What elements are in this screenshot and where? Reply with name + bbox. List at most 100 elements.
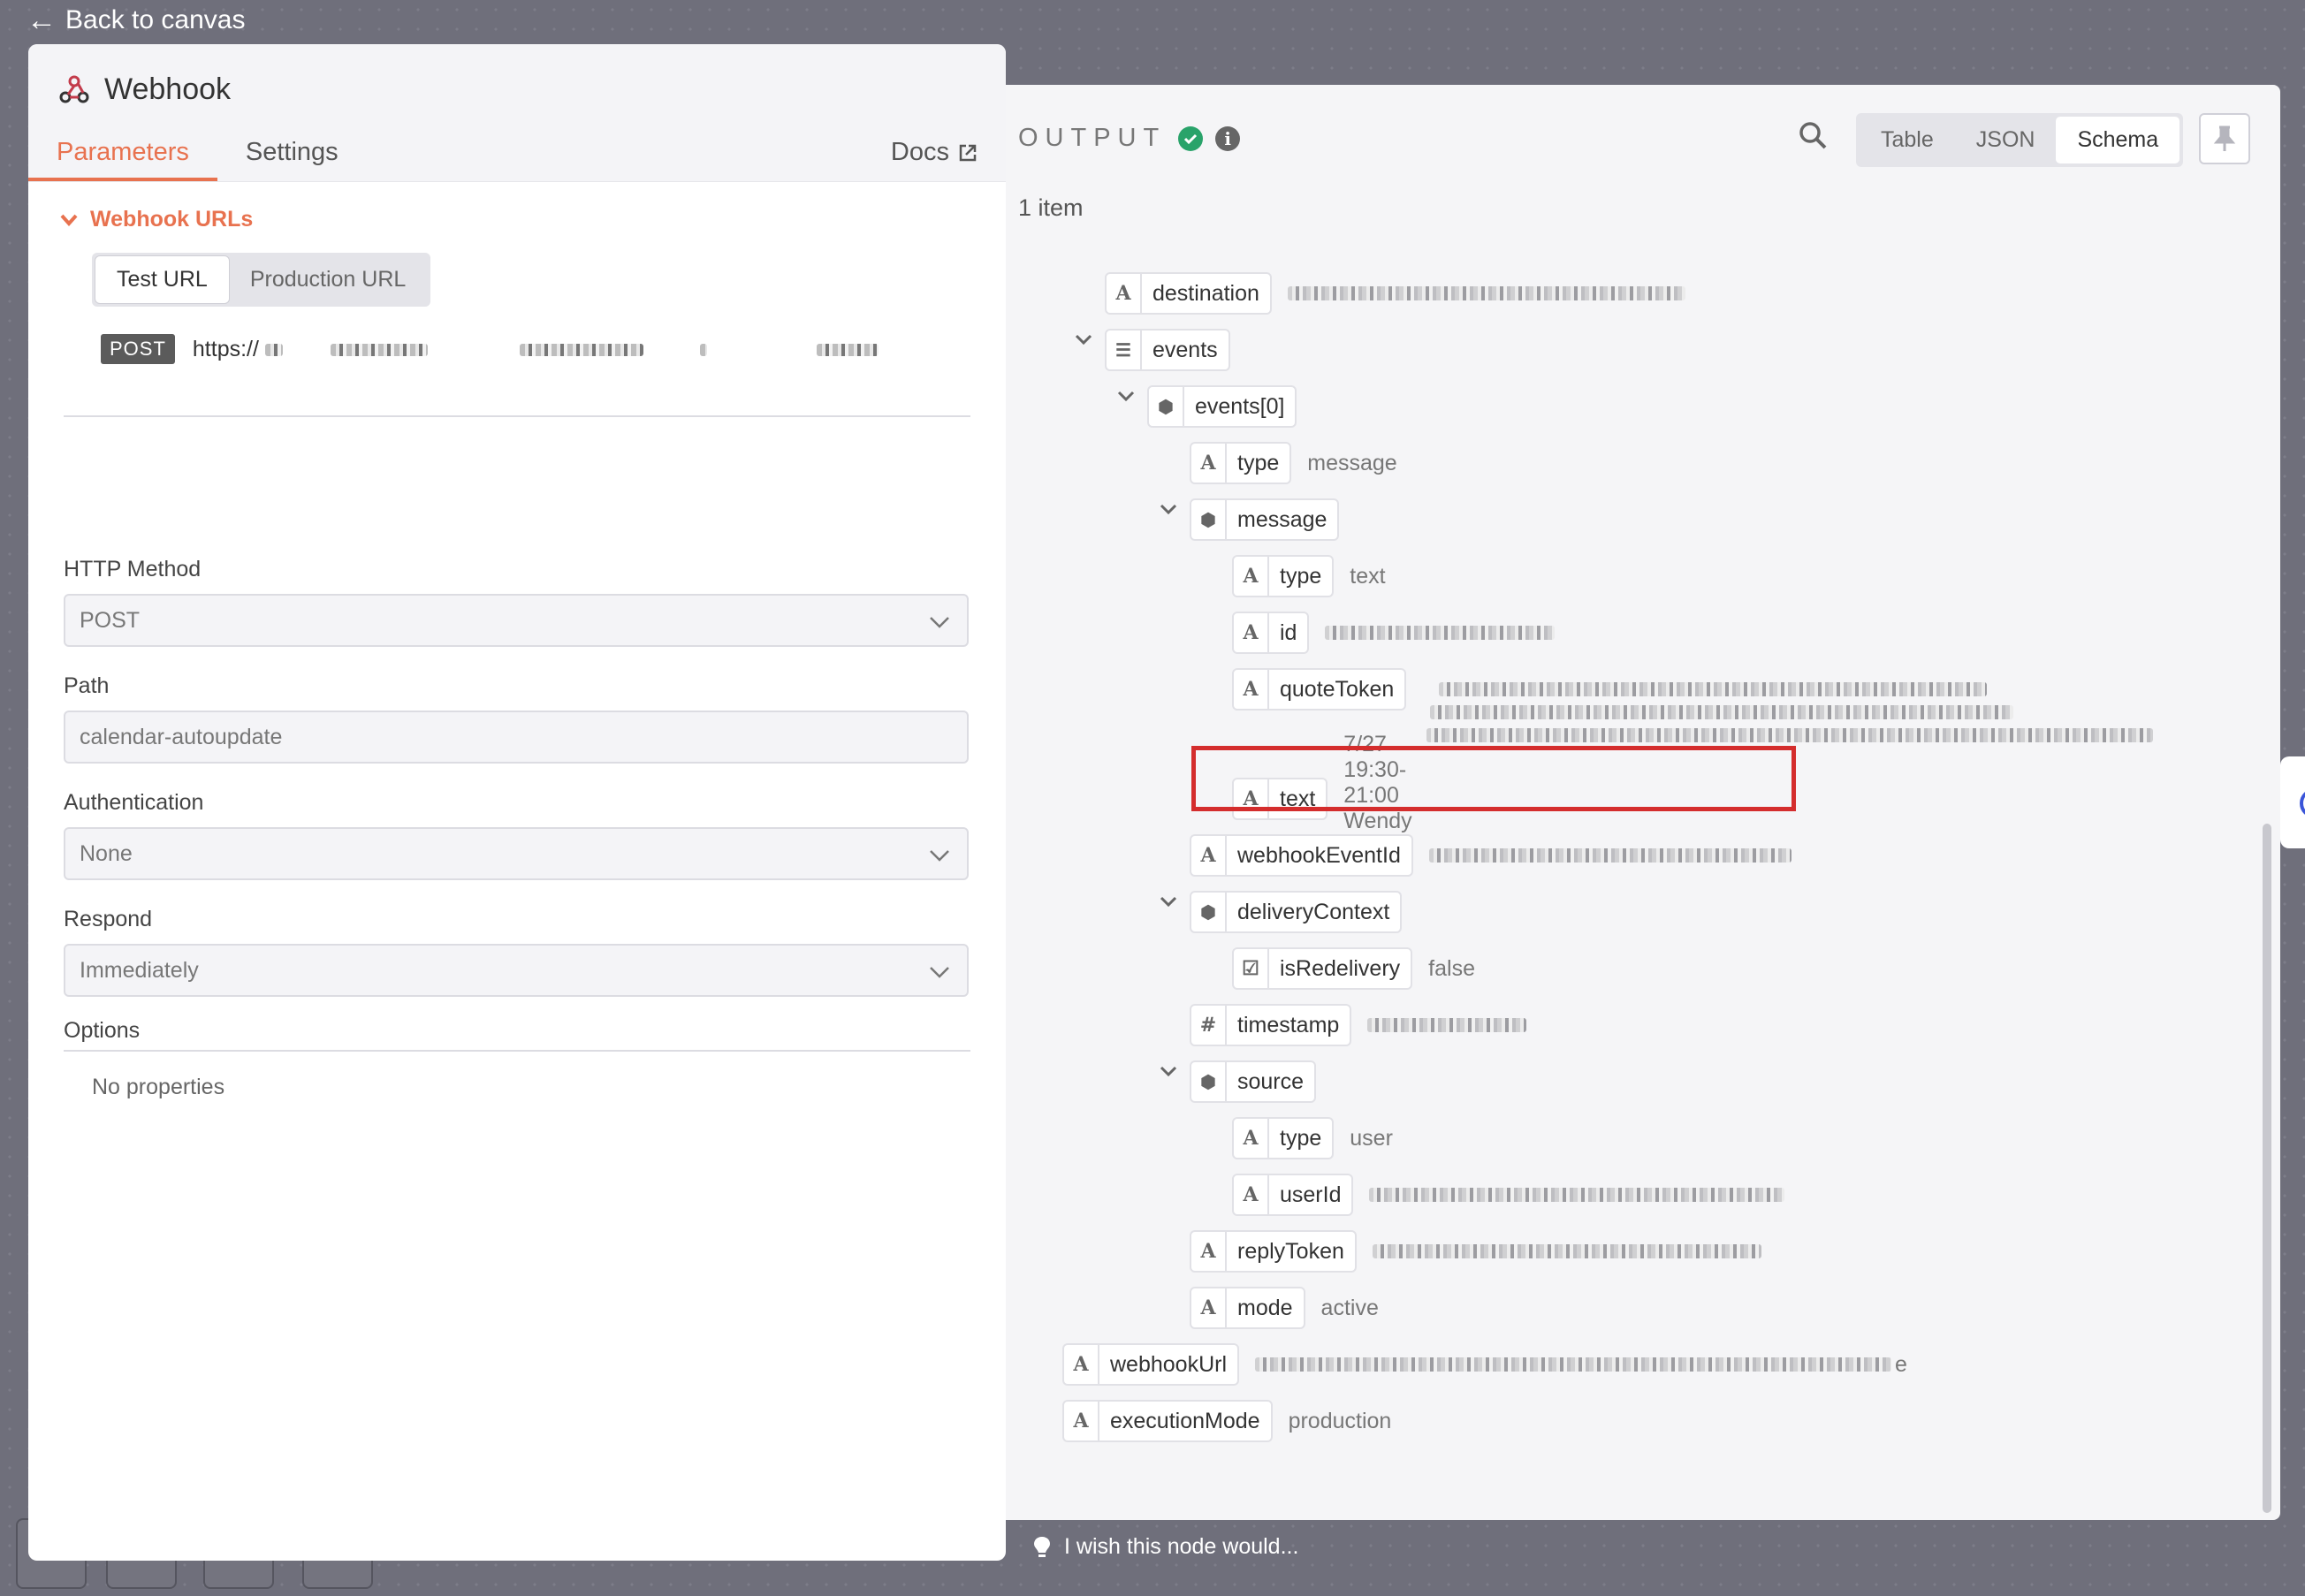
scrollbar-thumb[interactable]: [2263, 824, 2271, 1513]
respond-label: Respond: [64, 907, 153, 931]
view-json-button[interactable]: JSON: [1955, 117, 2057, 163]
field-pill[interactable]: ⬢ events[0]: [1147, 385, 1297, 428]
field-pill[interactable]: AwebhookUrl: [1062, 1343, 1240, 1386]
field-pill[interactable]: Atype: [1232, 555, 1335, 597]
string-type-icon: A: [1064, 1402, 1099, 1440]
field-pill[interactable]: Amode: [1190, 1287, 1305, 1329]
panel-header: Webhook Parameters Settings Docs: [28, 44, 1006, 182]
back-to-canvas-link[interactable]: ← Back to canvas: [27, 5, 245, 35]
field-value: text: [1350, 563, 1386, 589]
view-schema-button[interactable]: Schema: [2056, 117, 2180, 163]
field-pill[interactable]: AuserId: [1232, 1174, 1354, 1216]
field-pill[interactable]: Aid: [1232, 612, 1310, 654]
pin-data-button[interactable]: [2199, 113, 2250, 164]
external-link-icon: [959, 144, 977, 161]
field-pill[interactable]: ⬢ message: [1190, 498, 1340, 541]
respond-select[interactable]: Immediately: [64, 944, 969, 997]
field-name: executionMode: [1110, 1408, 1260, 1433]
test-url-button[interactable]: Test URL: [95, 256, 229, 303]
node-title-label: Webhook: [104, 72, 232, 106]
redacted-value: [1430, 705, 2013, 719]
chevron-down-icon[interactable]: [1158, 498, 1179, 520]
field-name: events[0]: [1195, 393, 1285, 419]
path-value: calendar-autoupdate: [80, 724, 283, 749]
side-panel-tab[interactable]: [2280, 756, 2305, 848]
redacted-value: [1255, 1357, 1892, 1372]
field-pill[interactable]: ☰ events: [1105, 329, 1230, 371]
field-pill[interactable]: ⬢ deliveryContext: [1190, 891, 1403, 933]
webhook-url[interactable]: https://: [193, 337, 879, 362]
field-name: type: [1280, 1125, 1322, 1151]
schema-field-timestamp: # timestamp: [1190, 1004, 1527, 1046]
feedback-hint[interactable]: I wish this node would...: [1032, 1534, 1298, 1560]
chevron-down-icon: [930, 617, 949, 628]
field-name: id: [1280, 619, 1297, 645]
field-pill[interactable]: AquoteToken: [1232, 668, 1407, 711]
redacted-text: [699, 343, 707, 356]
field-pill[interactable]: # timestamp: [1190, 1004, 1352, 1046]
webhook-urls-heading: Webhook URLs: [90, 207, 254, 232]
feedback-hint-label: I wish this node would...: [1064, 1534, 1299, 1559]
authentication-select[interactable]: None: [64, 827, 969, 880]
tab-parameters[interactable]: Parameters: [28, 138, 217, 181]
chevron-down-icon[interactable]: [1073, 329, 1094, 350]
field-name: source: [1237, 1068, 1305, 1094]
field-pill[interactable]: AreplyToken: [1190, 1230, 1357, 1273]
url-type-toggle: Test URL Production URL: [92, 253, 431, 307]
field-pill[interactable]: AwebhookEventId: [1190, 834, 1413, 877]
schema-field-message: ⬢ message: [1190, 498, 1340, 541]
redacted-value: [1372, 1244, 1761, 1258]
webhook-urls-toggle[interactable]: Webhook URLs: [60, 207, 253, 232]
production-url-button[interactable]: Production URL: [229, 256, 427, 303]
field-pill[interactable]: Adestination: [1105, 272, 1272, 315]
search-button[interactable]: [1798, 120, 1828, 155]
field-name: userId: [1280, 1182, 1342, 1207]
field-pill[interactable]: Atype: [1232, 1117, 1335, 1159]
number-type-icon: #: [1191, 1006, 1227, 1045]
field-pill[interactable]: Atype: [1190, 442, 1292, 484]
docs-label: Docs: [890, 138, 949, 166]
field-pill[interactable]: ⬢ source: [1190, 1060, 1317, 1103]
string-type-icon: A: [1234, 1119, 1269, 1158]
field-pill[interactable]: AexecutionMode: [1062, 1400, 1273, 1442]
string-type-icon: A: [1234, 670, 1269, 709]
http-method-select[interactable]: POST: [64, 594, 969, 647]
field-name: message: [1237, 506, 1327, 532]
field-value: production: [1288, 1408, 1392, 1433]
highlight-box: [1191, 746, 1796, 811]
field-pill[interactable]: ☑ isRedelivery: [1232, 947, 1413, 990]
field-name: webhookEventId: [1237, 842, 1401, 868]
field-name: destination: [1152, 280, 1259, 306]
item-count: 1 item: [1018, 194, 1084, 221]
field-name: type: [1237, 450, 1280, 475]
chevron-down-icon[interactable]: [1158, 1060, 1179, 1082]
redacted-value: [1439, 682, 1987, 696]
object-type-icon: ⬢: [1149, 387, 1184, 426]
arrow-left-icon: ←: [27, 4, 57, 37]
no-properties-text: No properties: [92, 1075, 225, 1099]
field-name: isRedelivery: [1280, 955, 1401, 981]
panel-tabs: Parameters Settings: [28, 125, 1006, 181]
string-type-icon: A: [1191, 836, 1227, 875]
schema-field-source: ⬢ source: [1190, 1060, 1317, 1103]
list-type-icon: ☰: [1107, 331, 1142, 369]
output-panel: OUTPUT i 1 item Table JSON Schema Adesti…: [1006, 85, 2280, 1520]
schema-field-source-type: Atype user: [1232, 1117, 1393, 1159]
info-icon[interactable]: i: [1215, 125, 1241, 151]
webhook-url-row: POST https://: [101, 334, 879, 364]
view-table-button[interactable]: Table: [1860, 117, 1955, 163]
chevron-down-icon[interactable]: [1158, 891, 1179, 912]
schema-field-webhookurl: AwebhookUrl e: [1062, 1343, 1907, 1386]
chevron-down-icon: [60, 214, 78, 226]
chevron-down-icon[interactable]: [1115, 385, 1137, 407]
tab-settings[interactable]: Settings: [217, 138, 367, 181]
docs-link[interactable]: Docs: [891, 138, 978, 167]
object-type-icon: ⬢: [1191, 893, 1227, 931]
webhook-icon: [59, 75, 89, 103]
lightbulb-icon: [1034, 1536, 1050, 1557]
path-input[interactable]: calendar-autoupdate: [64, 711, 969, 764]
chevron-down-icon: [930, 850, 949, 862]
schema-field-isredelivery: ☑ isRedelivery false: [1232, 947, 1475, 990]
authentication-label: Authentication: [64, 790, 204, 815]
field-name: quoteToken: [1280, 676, 1395, 702]
